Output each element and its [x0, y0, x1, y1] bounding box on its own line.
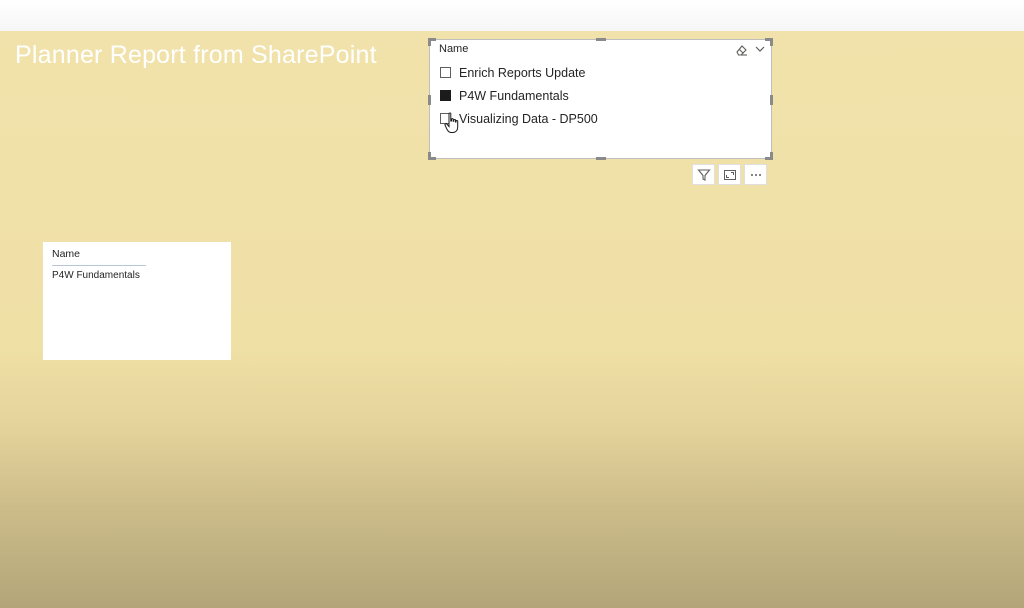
- slicer-item-label: P4W Fundamentals: [459, 88, 569, 103]
- report-screen: Planner Report from SharePoint Name Enri…: [0, 0, 1024, 608]
- filter-icon: [696, 168, 711, 181]
- resize-handle[interactable]: [596, 38, 606, 41]
- hand-pointer-icon: [444, 112, 459, 133]
- chevron-down-icon[interactable]: [754, 43, 766, 55]
- checkbox-checked[interactable]: [440, 90, 451, 101]
- resize-handle[interactable]: [596, 157, 606, 160]
- table-cell: P4W Fundamentals: [52, 270, 140, 281]
- slicer-item-list: Enrich Reports Update P4W Fundamentals V…: [440, 61, 598, 130]
- name-table[interactable]: Name P4W Fundamentals: [43, 242, 231, 360]
- slicer-item-p4w-fundamentals[interactable]: P4W Fundamentals: [440, 84, 598, 107]
- resize-handle[interactable]: [770, 152, 773, 160]
- slicer-item-label: Enrich Reports Update: [459, 65, 586, 80]
- name-slicer[interactable]: Name Enrich Reports Update P4W Fundament…: [428, 38, 773, 160]
- resize-handle[interactable]: [428, 152, 431, 160]
- more-options-button[interactable]: [744, 164, 767, 185]
- resize-handle[interactable]: [428, 38, 431, 46]
- checkbox[interactable]: [440, 67, 451, 78]
- slicer-item-enrich-reports-update[interactable]: Enrich Reports Update: [440, 61, 598, 84]
- eraser-icon[interactable]: [735, 43, 749, 57]
- focus-mode-button[interactable]: [718, 164, 741, 185]
- resize-handle[interactable]: [770, 38, 773, 46]
- focus-mode-icon: [723, 169, 736, 180]
- resize-handle[interactable]: [770, 95, 773, 105]
- top-strip: [0, 0, 1024, 32]
- slicer-item-visualizing-data-dp500[interactable]: Visualizing Data - DP500: [440, 107, 598, 130]
- visual-toolbar: [692, 164, 767, 185]
- slicer-header: Name: [439, 43, 469, 55]
- slicer-item-label: Visualizing Data - DP500: [459, 111, 598, 126]
- more-options-icon: [750, 173, 761, 176]
- filter-button[interactable]: [692, 164, 715, 185]
- table-header-name[interactable]: Name: [52, 248, 146, 266]
- report-title: Planner Report from SharePoint: [15, 41, 377, 69]
- resize-handle[interactable]: [428, 95, 431, 105]
